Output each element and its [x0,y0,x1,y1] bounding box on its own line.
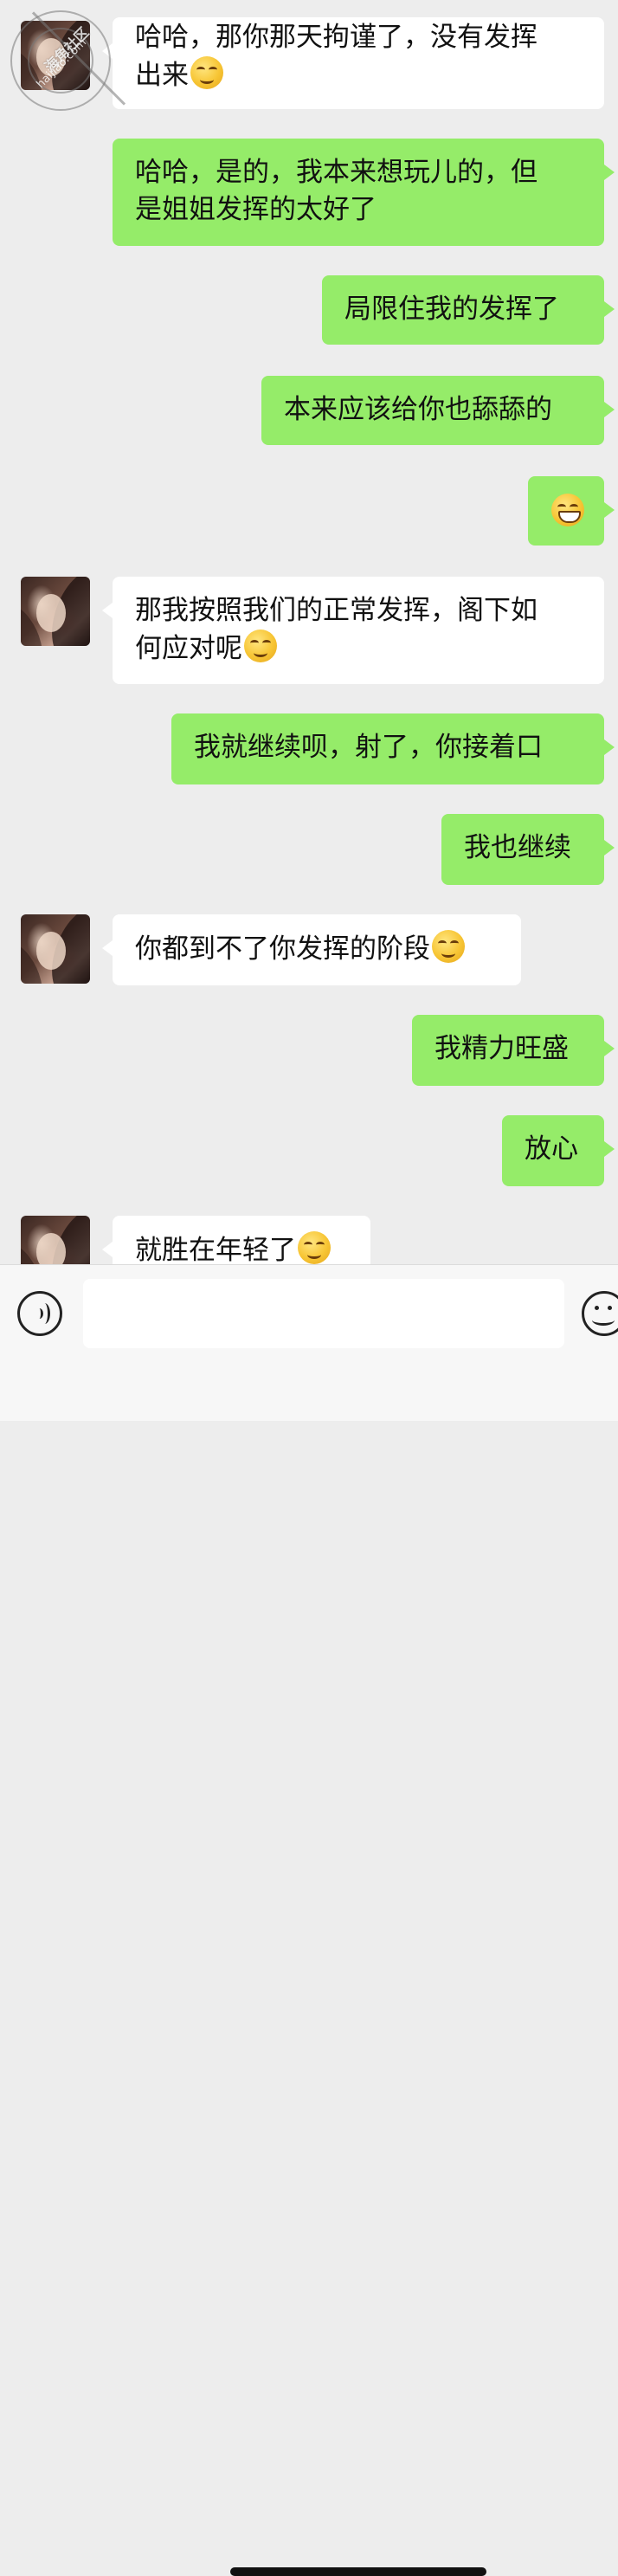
message-text: 出来 [135,60,189,91]
voice-icon[interactable] [17,1291,62,1336]
message-bubble-outgoing[interactable]: 放心 [502,1115,615,1186]
emoji-icon[interactable] [582,1291,618,1336]
chat-area[interactable]: 哈哈，那你那天拘谨了，没有发挥 出来 哈哈，是的，我本来想玩儿的，但 是姐姐发挥… [0,0,618,1264]
message-bubble-outgoing[interactable]: 我也继续 [441,814,615,885]
watermark-logo: 海角社区 haijiao.com [3,3,126,116]
message-text: 你都到不了你发挥的阶段 [135,933,430,965]
message-bubble-incoming[interactable]: 哈哈，那你那天拘谨了，没有发挥 出来 [102,17,604,109]
message-bubble-incoming[interactable]: 那我按照我们的正常发挥，阁下如 何应对呢 [102,577,604,684]
message-text: 我就继续呗，射了，你接着口 [194,732,543,763]
message-bubble-incoming[interactable]: 你都到不了你发挥的阶段 [102,914,521,985]
message-bubble-incoming[interactable]: 就胜在年轻了 [102,1216,370,1264]
message-text: 何应对呢 [135,633,242,664]
grin-emoji-icon [551,494,584,526]
message-text: 哈哈，是的，我本来想玩儿的，但 [135,157,538,188]
message-text: 是姐姐发挥的太好了 [135,194,377,225]
message-text: 哈哈，那你那天拘谨了，没有发挥 [135,22,538,53]
smirk-emoji-icon [190,56,223,89]
message-bubble-outgoing[interactable]: 我精力旺盛 [412,1015,615,1086]
home-indicator [230,2567,486,2576]
message-bubble-outgoing[interactable]: 本来应该给你也舔舔的 [261,376,615,445]
smirk-emoji-icon [298,1231,331,1264]
message-text: 我也继续 [464,832,571,863]
message-bubble-outgoing[interactable]: 局限住我的发挥了 [322,275,615,345]
message-text: 就胜在年轻了 [135,1235,296,1264]
smirk-emoji-icon [244,629,277,662]
smirk-emoji-icon [432,930,465,963]
message-text: 我精力旺盛 [435,1033,569,1064]
message-text: 局限住我的发挥了 [344,294,559,325]
message-input[interactable] [83,1279,564,1348]
message-bubble-outgoing[interactable]: 我就继续呗，射了，你接着口 [171,713,615,784]
message-bubble-outgoing[interactable]: 哈哈，是的，我本来想玩儿的，但 是姐姐发挥的太好了 [113,139,615,246]
contact-avatar[interactable] [21,577,90,646]
input-bar [0,1264,618,2576]
message-text: 那我按照我们的正常发挥，阁下如 [135,595,538,626]
message-bubble-outgoing[interactable] [528,476,615,546]
contact-avatar[interactable] [21,1216,90,1264]
contact-avatar[interactable] [21,914,90,984]
message-text: 放心 [525,1133,578,1165]
message-text: 本来应该给你也舔舔的 [284,394,552,425]
